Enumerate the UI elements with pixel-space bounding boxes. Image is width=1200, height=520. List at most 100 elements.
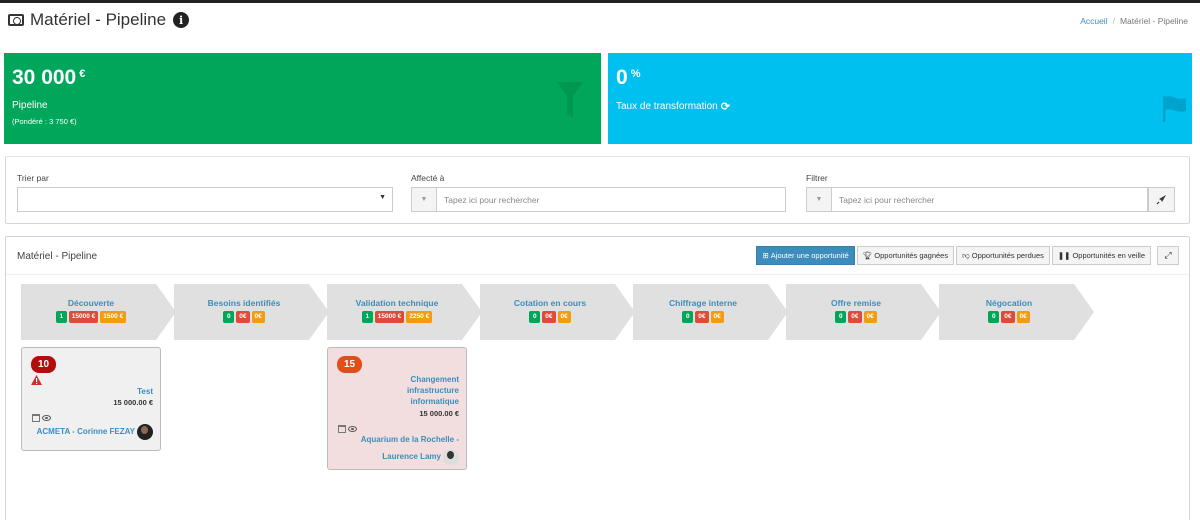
transformation-value: 0% — [616, 66, 640, 90]
filter-panel: Trier par ▼ Affecté à ▼ Tapez ici pour r… — [5, 156, 1190, 224]
pipeline-board: Matériel - Pipeline ⊞ Ajouter une opport… — [5, 236, 1190, 520]
stage-count-badge: 1 — [361, 311, 373, 323]
pipeline-value: 30 000 € — [12, 66, 85, 90]
stage-amount-badge: 0€ — [695, 311, 709, 323]
stage-weighted-badge: 0€ — [710, 311, 724, 323]
stage-decouverte[interactable]: Découverte 1 15000 € 1500 € — [21, 284, 176, 340]
info-icon[interactable]: i — [173, 12, 190, 28]
calendar-icon[interactable] — [32, 414, 40, 422]
eye-icon[interactable] — [348, 426, 357, 432]
lost-opportunities-button[interactable]: 👎︎ Opportunités perdues — [956, 246, 1050, 265]
lost-opportunities-label: Opportunités perdues — [971, 251, 1044, 260]
card-title-line: informatique — [410, 397, 459, 406]
pipeline-info-box: 30 000 € Pipeline (Pondéré : 3 750 €) — [4, 53, 601, 144]
stage-amount-badge: 15000 € — [374, 311, 405, 323]
breadcrumb-separator: / — [1112, 16, 1115, 26]
board-header: Matériel - Pipeline ⊞ Ajouter une opport… — [6, 237, 1189, 275]
stage-weighted-badge: 0€ — [863, 311, 877, 323]
filter-search-input[interactable]: Tapez ici pour rechercher — [832, 188, 1147, 211]
stage-validation-technique[interactable]: Validation technique 1 15000 € 2250 € — [327, 284, 482, 340]
card-title[interactable]: Test — [137, 386, 153, 397]
funnel-icon — [557, 82, 583, 118]
stage-name: Découverte — [67, 298, 115, 308]
stage-amount-badge: 15000 € — [68, 311, 99, 323]
transformation-info-box: 0% Taux de transformation ⟳ — [608, 53, 1192, 144]
avatar — [137, 424, 153, 440]
stage-name: Cotation en cours — [513, 298, 587, 308]
stage-badges: 1 15000 € 2250 € — [327, 311, 467, 323]
pipeline-label: Pipeline — [12, 100, 48, 111]
won-opportunities-label: Opportunités gagnées — [874, 251, 949, 260]
assigned-search: ▼ Tapez ici pour rechercher — [411, 187, 786, 212]
pause-icon: ❚❚ — [1057, 251, 1071, 260]
stage-amount-badge: 0€ — [848, 311, 862, 323]
stage-name: Chiffrage interne — [668, 298, 737, 308]
opportunity-card-infrastructure[interactable]: 15 Changement infrastructure informatiqu… — [327, 347, 467, 470]
pipeline-weighted: (Pondéré : 3 750 €) — [12, 117, 77, 126]
card-client-line: Laurence Lamy — [382, 452, 441, 461]
transformation-label: Taux de transformation ⟳ — [616, 100, 730, 113]
stage-count-badge: 1 — [55, 311, 67, 323]
stage-offre-remise[interactable]: Offre remise 0 0€ 0€ — [786, 284, 941, 340]
money-icon — [8, 14, 24, 26]
thumbs-down-icon: 👎︎ — [962, 250, 970, 260]
stage-weighted-badge: 0€ — [1016, 311, 1030, 323]
breadcrumb-home[interactable]: Accueil — [1080, 16, 1107, 26]
filter-label: Filtrer — [806, 173, 828, 183]
stage-name: Validation technique — [355, 298, 439, 308]
priority-badge: 10 — [31, 356, 56, 373]
card-client-row: Laurence Lamy — [361, 448, 459, 465]
calendar-icon[interactable] — [338, 425, 346, 433]
stage-count-badge: 0 — [835, 311, 847, 323]
card-icons — [338, 425, 357, 433]
stage-count-badge: 0 — [988, 311, 1000, 323]
card-amount: 15 000.00 € — [113, 398, 153, 407]
card-client[interactable]: Aquarium de la Rochelle - Laurence Lamy — [361, 431, 459, 465]
caret-down-icon: ▼ — [379, 194, 386, 201]
filter-search: ▼ Tapez ici pour rechercher — [806, 187, 1148, 212]
sort-label: Trier par — [17, 173, 49, 183]
breadcrumb-current: Matériel - Pipeline — [1119, 16, 1188, 26]
card-amount: 15 000.00 € — [419, 409, 459, 418]
card-icons — [32, 414, 51, 422]
stage-negocation[interactable]: Négocation 0 0€ 0€ — [939, 284, 1094, 340]
card-client-name: ACMETA - Corinne FEZAY — [36, 427, 135, 436]
rocket-button[interactable] — [1148, 187, 1175, 212]
card-title-line: infrastructure — [406, 386, 459, 395]
stage-count-badge: 0 — [682, 311, 694, 323]
card-title[interactable]: Changement infrastructure informatique — [407, 374, 459, 407]
sort-select[interactable]: ▼ — [17, 187, 393, 212]
trophy-icon: 🏆︎ — [862, 251, 873, 260]
plus-square-icon: ⊞ — [762, 251, 769, 260]
stage-badges: 1 15000 € 1500 € — [21, 311, 161, 323]
refresh-icon[interactable]: ⟳ — [721, 100, 730, 113]
stage-name: Besoins identifiés — [207, 298, 281, 308]
stage-name: Offre remise — [830, 298, 882, 308]
opportunity-card-test[interactable]: 10 Test 15 000.00 € ACMETA - Corinne FEZ… — [21, 347, 161, 451]
stage-cotation-en-cours[interactable]: Cotation en cours 0 0€ 0€ — [480, 284, 635, 340]
expand-icon: ⤢ — [1164, 250, 1172, 260]
won-opportunities-button[interactable]: 🏆︎ Opportunités gagnées — [856, 246, 955, 265]
assigned-dropdown-icon[interactable]: ▼ — [412, 188, 437, 211]
stage-besoins-identifies[interactable]: Besoins identifiés 0 0€ 0€ — [174, 284, 329, 340]
transformation-label-text: Taux de transformation — [616, 101, 718, 112]
stage-badges: 0 0€ 0€ — [633, 311, 773, 323]
board-title: Matériel - Pipeline — [17, 251, 98, 262]
add-opportunity-button[interactable]: ⊞ Ajouter une opportunité — [756, 246, 855, 265]
filter-dropdown-icon[interactable]: ▼ — [807, 188, 832, 211]
stage-count-badge: 0 — [529, 311, 541, 323]
assigned-search-input[interactable]: Tapez ici pour rechercher — [437, 188, 785, 211]
priority-badge: 15 — [337, 356, 362, 373]
eye-icon[interactable] — [42, 415, 51, 421]
stage-badges: 0 0€ 0€ — [174, 311, 314, 323]
expand-button[interactable]: ⤢ — [1157, 246, 1179, 265]
stage-weighted-badge: 0€ — [251, 311, 265, 323]
stage-count-badge: 0 — [223, 311, 235, 323]
stage-amount-badge: 0€ — [1001, 311, 1015, 323]
card-client[interactable]: ACMETA - Corinne FEZAY — [37, 424, 153, 440]
stage-name: Négocation — [985, 298, 1033, 308]
standby-opportunities-button[interactable]: ❚❚ Opportunités en veille — [1051, 246, 1151, 265]
stage-chiffrage-interne[interactable]: Chiffrage interne 0 0€ 0€ — [633, 284, 788, 340]
stage-badges: 0 0€ 0€ — [786, 311, 926, 323]
standby-opportunities-label: Opportunités en veille — [1072, 251, 1145, 260]
